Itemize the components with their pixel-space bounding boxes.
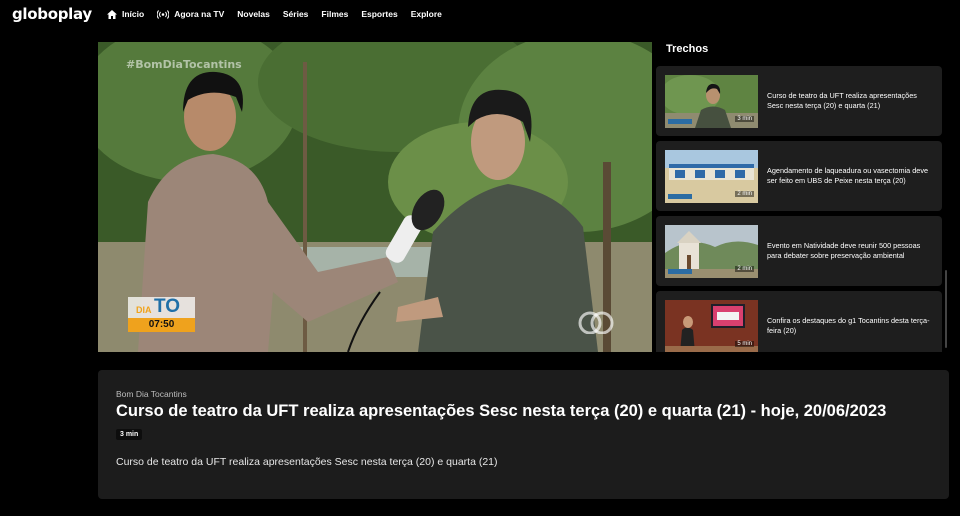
nav-label: Início xyxy=(122,9,145,19)
nav-item-filmes[interactable]: Filmes xyxy=(321,9,348,19)
trecho-duration: 3 min xyxy=(735,116,754,122)
bug-logo-area: DIA TO xyxy=(128,296,195,318)
main-nav: Início Agora na TV Novelas Séries Filmes… xyxy=(107,9,455,19)
nav-item-agora-na-tv[interactable]: Agora na TV xyxy=(157,9,224,19)
program-name[interactable]: Bom Dia Tocantins xyxy=(116,389,187,399)
trecho-card[interactable]: 2 min Agendamento de laqueadura ou vasec… xyxy=(656,141,942,211)
globoplay-logo[interactable]: globoplay xyxy=(12,5,92,23)
trecho-thumbnail: 3 min xyxy=(665,75,758,128)
video-info-panel: Bom Dia Tocantins Curso de teatro da UFT… xyxy=(98,370,949,499)
trecho-thumbnail: 2 min xyxy=(665,150,758,203)
nav-label: Filmes xyxy=(321,9,349,19)
network-watermark-icon xyxy=(578,311,614,334)
bug-clock: 07:50 xyxy=(128,318,195,332)
trecho-title: Agendamento de laqueadura ou vasectomia … xyxy=(767,166,929,185)
nav-label: Esportes xyxy=(361,9,398,19)
nav-item-esportes[interactable]: Esportes xyxy=(361,9,397,19)
bug-dia-label: DIA xyxy=(136,305,152,315)
trecho-duration: 5 min xyxy=(735,341,754,347)
trechos-heading: Trechos xyxy=(666,43,709,55)
trecho-title: Curso de teatro da UFT realiza apresenta… xyxy=(767,91,917,110)
trecho-card[interactable]: 5 min Confira os destaques do g1 Tocanti… xyxy=(656,291,942,352)
trechos-list: 3 min Curso de teatro da UFT realiza apr… xyxy=(656,66,942,352)
live-broadcast-icon xyxy=(157,9,170,19)
nav-label: Explore xyxy=(410,9,442,19)
video-player[interactable]: #BomDiaTocantins DIA TO 07:50 xyxy=(98,42,652,352)
nav-item-explore[interactable]: Explore xyxy=(411,9,442,19)
program-hashtag: #BomDiaTocantins xyxy=(126,58,242,71)
trecho-thumbnail: 2 min xyxy=(665,225,758,278)
duration-badge: 3 min xyxy=(116,429,143,440)
nav-label: Novelas xyxy=(237,9,270,19)
trechos-scrollbar[interactable] xyxy=(945,270,947,348)
video-description: Curso de teatro da UFT realiza apresenta… xyxy=(116,456,498,468)
top-navigation: globoplay Início Agora na TV Novelas Sér… xyxy=(0,0,960,30)
video-title: Curso de teatro da UFT realiza apresenta… xyxy=(116,402,887,420)
nav-label: Agora na TV xyxy=(174,9,225,19)
trecho-duration: 2 min xyxy=(735,266,754,272)
trecho-duration: 2 min xyxy=(735,191,754,197)
trecho-thumbnail: 5 min xyxy=(665,300,758,352)
nav-item-inicio[interactable]: Início xyxy=(107,9,144,19)
trecho-title: Confira os destaques do g1 Tocantins des… xyxy=(767,316,930,335)
bug-to-label: TO xyxy=(154,296,181,317)
nav-item-novelas[interactable]: Novelas xyxy=(237,9,270,19)
trecho-card[interactable]: 2 min Evento em Natividade deve reunir 5… xyxy=(656,216,942,286)
nav-item-series[interactable]: Séries xyxy=(283,9,309,19)
trecho-title: Evento em Natividade deve reunir 500 pes… xyxy=(767,241,921,260)
channel-bug: DIA TO 07:50 xyxy=(128,296,195,332)
trecho-card[interactable]: 3 min Curso de teatro da UFT realiza apr… xyxy=(656,66,942,136)
nav-label: Séries xyxy=(282,9,309,19)
home-icon xyxy=(107,9,117,19)
